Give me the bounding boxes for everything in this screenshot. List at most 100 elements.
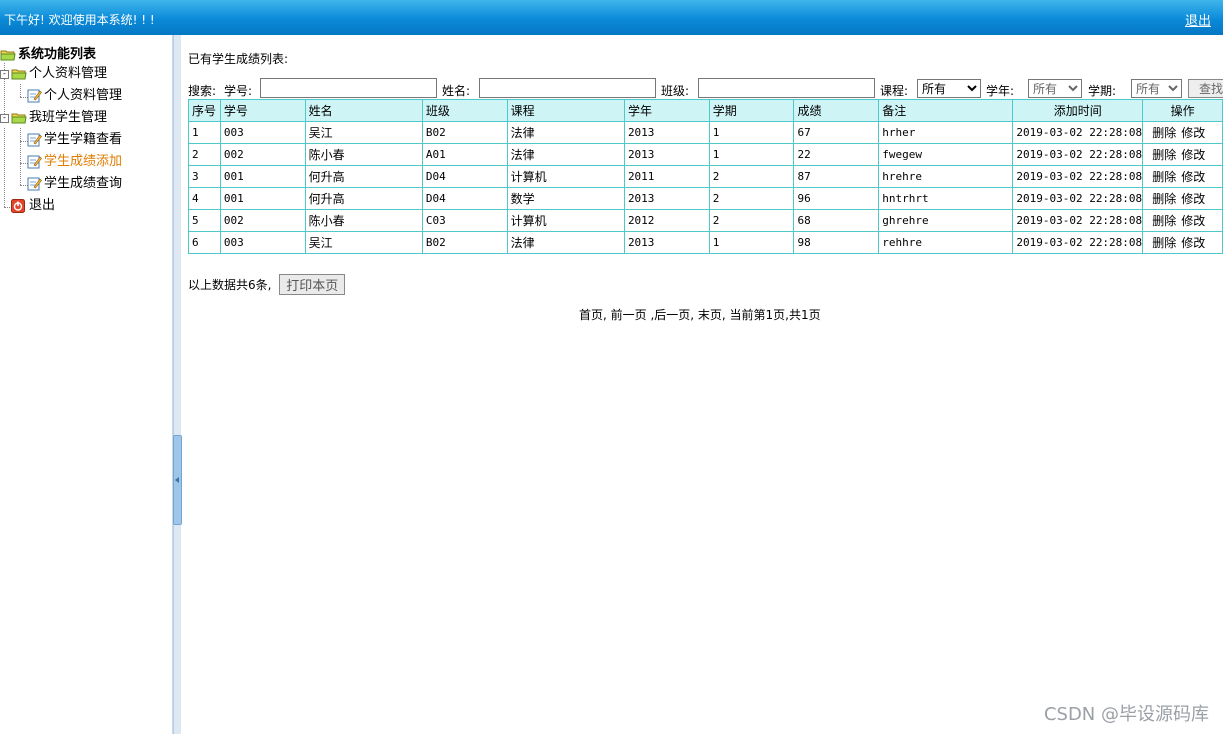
table-cell: 1 [188, 121, 221, 144]
collapse-toggle-icon[interactable]: - [0, 114, 9, 123]
edit-page-icon [27, 89, 42, 103]
edit-link[interactable]: 修改 [1181, 192, 1205, 206]
record-count-text: 以上数据共6条, [188, 278, 272, 292]
table-row: 4 001 何升高 D04 数学 2013 2 96 hntrhrt 2019-… [188, 187, 1223, 210]
sidebar-item-label: 学生学籍查看 [44, 132, 123, 147]
table-cell: 22 [793, 143, 880, 166]
column-header: 学号 [219, 99, 306, 122]
table-cell: 68 [793, 209, 880, 232]
sidebar-item-label: 学生成绩查询 [44, 176, 123, 191]
table-cell: 2013 [623, 121, 710, 144]
class-input[interactable] [698, 78, 875, 98]
table-cell: 001 [219, 187, 306, 210]
column-header: 学期 [708, 99, 795, 122]
edit-link[interactable]: 修改 [1181, 126, 1205, 140]
sidebar-item-exit[interactable]: 退出 [11, 196, 55, 216]
sidebar-item-label: 个人资料管理 [44, 88, 123, 103]
name-input[interactable] [479, 78, 656, 98]
sidebar-item-add-grades[interactable]: 学生成绩添加 [27, 152, 122, 172]
table-cell: 2013 [623, 143, 710, 166]
logout-link[interactable]: 退出 [1185, 10, 1211, 29]
table-cell: C03 [421, 209, 508, 232]
table-cell: 陈小春 [304, 143, 423, 166]
actions-cell: 删除 修改 [1142, 143, 1223, 166]
table-row: 1 003 吴江 B02 法律 2013 1 67 hrher 2019-03-… [188, 121, 1223, 144]
table-cell: 1 [708, 143, 795, 166]
table-cell: 2 [708, 187, 795, 210]
tree-root-label: 系统功能列表 [18, 47, 97, 62]
edit-link[interactable]: 修改 [1181, 170, 1205, 184]
actions-cell: 删除 修改 [1142, 165, 1223, 188]
table-cell: 2019-03-02 22:28:08 [1012, 143, 1144, 166]
table-cell: hrehre [878, 165, 1014, 188]
search-bar: 搜索: 学号: 姓名: 班级: 课程: 所有 学年: 所有 学期: 所有 查找 [188, 78, 1223, 100]
delete-link[interactable]: 删除 [1152, 214, 1176, 228]
grades-table: 序号 学号 姓名 班级 课程 学年 学期 成绩 备注 添加时间 操作 1 003… [188, 99, 1223, 254]
edit-link[interactable]: 修改 [1181, 148, 1205, 162]
table-cell: 67 [793, 121, 880, 144]
column-header: 姓名 [304, 99, 423, 122]
search-label: 搜索: [188, 84, 217, 98]
column-header: 操作 [1142, 99, 1223, 122]
actions-cell: 删除 修改 [1142, 209, 1223, 232]
course-select[interactable]: 所有 [917, 79, 981, 98]
table-cell: 何升高 [304, 165, 423, 188]
table-cell: 5 [188, 209, 221, 232]
table-cell: hntrhrt [878, 187, 1014, 210]
column-header: 添加时间 [1012, 99, 1144, 122]
tree-root[interactable]: 系统功能列表 [0, 45, 96, 65]
pagination[interactable]: 首页, 前一页 ,后一页, 末页, 当前第1页,共1页 [579, 306, 821, 323]
year-select[interactable]: 所有 [1028, 79, 1082, 98]
table-cell: ghrehre [878, 209, 1014, 232]
delete-link[interactable]: 删除 [1152, 192, 1176, 206]
edit-link[interactable]: 修改 [1181, 214, 1205, 228]
power-icon [11, 198, 25, 213]
print-page-button[interactable]: 打印本页 [279, 274, 346, 295]
collapse-toggle-icon[interactable]: - [0, 70, 9, 79]
sidebar-group-students[interactable]: 我班学生管理 [11, 108, 107, 128]
edit-link[interactable]: 修改 [1181, 236, 1205, 250]
column-header: 序号 [188, 99, 221, 122]
watermark-text: CSDN @毕设源码库 [1043, 704, 1209, 725]
actions-cell: 删除 修改 [1142, 121, 1223, 144]
table-cell: 2 [188, 143, 221, 166]
table-cell: fwegew [878, 143, 1014, 166]
delete-link[interactable]: 删除 [1152, 236, 1176, 250]
sidebar-item-query-grades[interactable]: 学生成绩查询 [27, 174, 122, 194]
sidebar-item-student-records[interactable]: 学生学籍查看 [27, 130, 122, 150]
table-cell: 6 [188, 231, 221, 254]
table-cell: 计算机 [506, 165, 625, 188]
sidebar-item-label: 退出 [29, 198, 56, 213]
delete-link[interactable]: 删除 [1152, 170, 1176, 184]
table-cell: 2 [708, 165, 795, 188]
table-cell: 001 [219, 165, 306, 188]
main-content: 已有学生成绩列表: 搜索: 学号: 姓名: 班级: 课程: 所有 学年: 所有 … [180, 35, 1223, 734]
delete-link[interactable]: 删除 [1152, 126, 1176, 140]
name-label: 姓名: [442, 84, 471, 98]
folder-open-icon [0, 50, 16, 60]
table-cell: 3 [188, 165, 221, 188]
table-cell: 法律 [506, 143, 625, 166]
find-button[interactable]: 查找 [1188, 79, 1223, 98]
column-header: 课程 [506, 99, 625, 122]
table-cell: D04 [421, 187, 508, 210]
sidebar-group-label: 个人资料管理 [29, 66, 108, 81]
sidebar-item-profile[interactable]: 个人资料管理 [27, 86, 122, 106]
student-no-input[interactable] [260, 78, 437, 98]
table-cell: B02 [421, 231, 508, 254]
page-title: 已有学生成绩列表: [188, 52, 289, 66]
table-cell: 2013 [623, 231, 710, 254]
table-header-row: 序号 学号 姓名 班级 课程 学年 学期 成绩 备注 添加时间 操作 [188, 99, 1223, 122]
table-cell: 吴江 [304, 121, 423, 144]
delete-link[interactable]: 删除 [1152, 148, 1176, 162]
sidebar-group-profile[interactable]: 个人资料管理 [11, 64, 107, 84]
table-cell: 2013 [623, 187, 710, 210]
edit-page-icon [27, 155, 42, 169]
table-cell: 2012 [623, 209, 710, 232]
term-select[interactable]: 所有 [1131, 79, 1182, 98]
actions-cell: 删除 修改 [1142, 231, 1223, 254]
sidebar-group-label: 我班学生管理 [29, 110, 108, 125]
course-label: 课程: [880, 84, 909, 98]
table-cell: 002 [219, 143, 306, 166]
table-cell: 法律 [506, 231, 625, 254]
